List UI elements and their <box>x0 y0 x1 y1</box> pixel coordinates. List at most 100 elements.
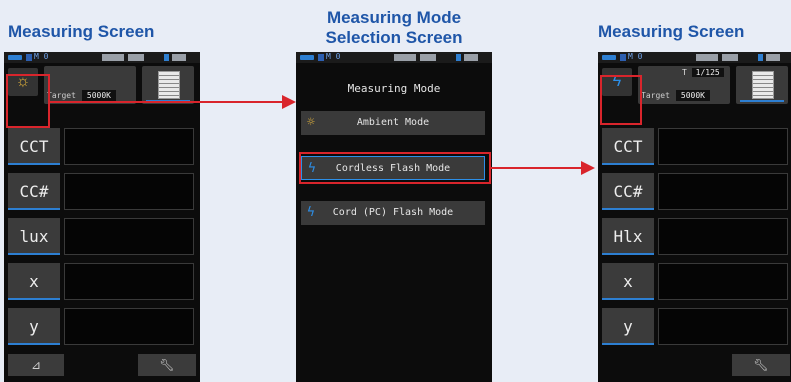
memory-label: M 0 <box>34 52 49 61</box>
battery-icon <box>8 55 22 60</box>
measure-row-cc: CC# <box>8 173 196 210</box>
row-underline <box>8 298 60 300</box>
target-value: 5000K <box>675 90 710 101</box>
target-label: Target <box>47 91 76 100</box>
document-icon <box>158 71 180 99</box>
highlight-box-middle <box>299 152 491 184</box>
cord-flash-mode-label: Cord (PC) Flash Mode <box>332 207 454 218</box>
memory-icon <box>26 54 32 61</box>
row-value <box>658 263 788 300</box>
memory-label: M 0 <box>326 52 341 61</box>
row-underline <box>602 208 654 210</box>
mode-screen-title: Measuring Mode <box>347 82 441 95</box>
row-value <box>64 263 194 300</box>
measure-row-hlx: Hlx <box>602 218 790 255</box>
status-block <box>128 54 144 61</box>
highlight-box-right <box>600 75 642 125</box>
ambient-mode-label: Ambient Mode <box>356 117 430 128</box>
status-block <box>102 54 124 61</box>
status-block <box>464 54 478 61</box>
wrench-icon[interactable]: 🔧︎ <box>138 354 196 376</box>
status-block <box>420 54 436 61</box>
row-underline <box>602 343 654 345</box>
battery-icon <box>602 55 616 60</box>
document-icon <box>752 71 774 99</box>
row-underline <box>602 298 654 300</box>
display-type-button[interactable] <box>142 66 194 104</box>
row-label[interactable]: CC# <box>602 173 654 210</box>
mode-selection-screen: M 0 Measuring Mode ☼ Ambient Mode ϟ Cord… <box>296 52 492 382</box>
row-value <box>658 173 788 210</box>
arrow-line-1 <box>50 101 284 103</box>
row-underline <box>8 163 60 165</box>
row-label[interactable]: Hlx <box>602 218 654 255</box>
row-underline <box>602 253 654 255</box>
status-bar: M 0 <box>4 52 200 63</box>
measure-row-x: x <box>602 263 790 300</box>
row-label[interactable]: CCT <box>602 128 654 165</box>
row-value <box>658 218 788 255</box>
measure-row-y: y <box>602 308 790 345</box>
row-value <box>658 128 788 165</box>
measure-row-lux: lux <box>8 218 196 255</box>
measure-row-cc: CC# <box>602 173 790 210</box>
display-type-button[interactable] <box>736 66 788 104</box>
measure-row-x: x <box>8 263 196 300</box>
status-bar: M 0 <box>296 52 492 63</box>
target-label: Target <box>641 91 670 100</box>
row-value <box>658 308 788 345</box>
highlight-box-left <box>6 74 50 128</box>
row-label[interactable]: x <box>8 263 60 300</box>
memory-icon <box>318 54 324 61</box>
row-label[interactable]: x <box>602 263 654 300</box>
status-block <box>696 54 718 61</box>
left-caption: Measuring Screen <box>8 22 155 41</box>
row-label[interactable]: lux <box>8 218 60 255</box>
row-underline <box>602 163 654 165</box>
delta-icon[interactable]: ⊿ <box>8 354 64 376</box>
memory-label: M 0 <box>628 52 643 61</box>
row-value <box>64 308 194 345</box>
bluetooth-icon <box>164 54 169 61</box>
row-label[interactable]: y <box>8 308 60 345</box>
row-label[interactable]: CCT <box>8 128 60 165</box>
target-box[interactable]: Target 5000K <box>44 66 136 104</box>
row-value <box>64 128 194 165</box>
target-row: Target 5000K <box>47 90 116 101</box>
row-label[interactable]: y <box>602 308 654 345</box>
row-underline <box>8 343 60 345</box>
row-underline <box>8 208 60 210</box>
status-block <box>766 54 780 61</box>
row-value <box>64 173 194 210</box>
cord-flash-mode-button[interactable]: ϟ Cord (PC) Flash Mode <box>301 201 485 225</box>
shutter-label: T <box>682 68 687 77</box>
ambient-mode-button[interactable]: ☼ Ambient Mode <box>301 111 485 135</box>
status-block <box>172 54 186 61</box>
target-box[interactable]: T 1/125 Target 5000K <box>638 66 730 104</box>
middle-caption-line1: Measuring Mode <box>326 8 462 27</box>
row-label[interactable]: CC# <box>8 173 60 210</box>
row-value <box>64 218 194 255</box>
measure-row-cct: CCT <box>602 128 790 165</box>
memory-icon <box>620 54 626 61</box>
measure-row-cct: CCT <box>8 128 196 165</box>
button-underline <box>740 100 784 102</box>
arrow-line-2 <box>491 167 583 169</box>
arrow-head-2 <box>581 161 595 175</box>
shutter-row: T 1/125 <box>682 68 724 77</box>
row-underline <box>8 253 60 255</box>
bluetooth-icon <box>456 54 461 61</box>
target-value: 5000K <box>81 90 116 101</box>
arrow-head-1 <box>282 95 296 109</box>
status-block <box>722 54 738 61</box>
battery-icon <box>300 55 314 60</box>
bluetooth-icon <box>758 54 763 61</box>
right-caption: Measuring Screen <box>598 22 745 41</box>
status-bar: M 0 <box>598 52 791 63</box>
target-row: Target 5000K <box>641 90 710 101</box>
wrench-icon[interactable]: 🔧︎ <box>732 354 790 376</box>
measure-row-y: y <box>8 308 196 345</box>
status-block <box>394 54 416 61</box>
middle-caption-line2: Selection Screen <box>325 28 463 47</box>
shutter-value: 1/125 <box>691 68 724 77</box>
